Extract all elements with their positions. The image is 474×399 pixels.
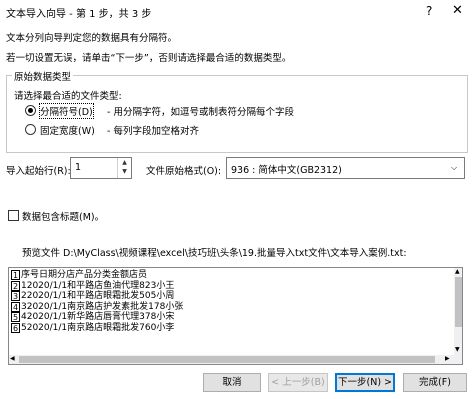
scroll-down-icon[interactable]: ▼: [455, 346, 460, 353]
finish-button[interactable]: 完成(F): [403, 373, 467, 392]
delimited-radio[interactable]: [25, 105, 36, 116]
start-row-input[interactable]: 1 ▲ ▼: [70, 157, 132, 179]
preview-row: 1 序号日期分店产品分类金额店员: [11, 270, 147, 281]
scroll-left-icon[interactable]: ◀: [10, 355, 15, 362]
row-text: 32020/1/1南京路店护发素批发178小张: [21, 301, 184, 312]
help-icon[interactable]: ?: [426, 4, 432, 18]
start-row-value: 1: [75, 162, 82, 173]
has-headers-label[interactable]: 数据包含标题(M)。: [22, 209, 104, 223]
spin-up-icon[interactable]: ▲: [118, 159, 131, 166]
fixed-width-label[interactable]: 固定宽度(W): [40, 123, 95, 137]
intro-line-1: 文本分列向导判定您的数据具有分隔符。: [6, 33, 178, 44]
preview-vertical-scrollbar[interactable]: ▲ ▼: [454, 268, 462, 364]
preview-label: 预览文件 D:\MyClass\视频课程\excel\技巧班\头条\19.批量导…: [22, 248, 407, 259]
row-number: 2: [11, 280, 20, 291]
file-type-prompt: 请选择最合适的文件类型:: [14, 91, 122, 102]
close-icon[interactable]: ✕: [452, 3, 463, 18]
delimited-label[interactable]: 分隔符号(D): [39, 103, 94, 119]
row-number: 1: [11, 270, 20, 280]
preview-row: 6 52020/1/1南京路店眼霜批发760小李: [11, 322, 175, 334]
file-origin-label: 文件原始格式(O):: [146, 166, 222, 177]
spin-down-icon[interactable]: ▼: [118, 168, 131, 175]
row-number: 5: [11, 312, 20, 322]
row-text: 42020/1/1新华路店唇膏代理378小宋: [21, 312, 175, 322]
row-text: 22020/1/1和平路店眼霜批发505小周: [21, 291, 175, 301]
row-number: 6: [11, 322, 20, 333]
fixed-width-description: - 每列字段加空格对齐: [107, 126, 199, 137]
has-headers-checkbox[interactable]: [8, 210, 19, 221]
scroll-right-icon[interactable]: ▶: [445, 355, 450, 362]
preview-horizontal-scrollbar[interactable]: ◀ ▶: [9, 355, 454, 364]
row-number: 4: [11, 301, 20, 312]
window-title: 文本导入向导 - 第 1 步，共 3 步: [6, 9, 152, 20]
preview-row: 4 32020/1/1南京路店护发素批发178小张: [11, 301, 184, 313]
preview-row: 2 12020/1/1和平路店鱼油代理823小王: [11, 280, 175, 292]
row-text: 52020/1/1南京路店眼霜批发760小李: [21, 322, 175, 333]
row-text: 序号日期分店产品分类金额店员: [21, 270, 148, 280]
preview-row: 3 22020/1/1和平路店眼霜批发505小周: [11, 291, 174, 302]
start-row-label: 导入起始行(R):: [6, 166, 71, 177]
group-label: 原始数据类型: [12, 69, 74, 83]
cancel-button[interactable]: 取消: [203, 373, 261, 392]
intro-line-2: 若一切设置无误，请单击“下一步”，否则请选择最合适的数据类型。: [6, 53, 292, 64]
file-origin-value: 936 : 简体中文(GB2312): [231, 165, 342, 176]
preview-pane[interactable]: 1 序号日期分店产品分类金额店员 2 12020/1/1和平路店鱼油代理823小王 …: [8, 267, 463, 365]
preview-row: 5 42020/1/1新华路店唇膏代理378小宋: [11, 312, 174, 323]
horizontal-scroll-thumb[interactable]: [19, 356, 435, 363]
fixed-width-radio[interactable]: [25, 124, 36, 135]
next-button[interactable]: 下一步(N) >: [335, 373, 395, 392]
chevron-down-icon[interactable]: ⌵: [451, 163, 457, 173]
back-button[interactable]: < 上一步(B): [268, 373, 328, 392]
scroll-up-icon[interactable]: ▲: [455, 268, 460, 275]
file-origin-select[interactable]: 936 : 简体中文(GB2312) ⌵: [226, 157, 465, 179]
row-text: 12020/1/1和平路店鱼油代理823小王: [21, 280, 175, 291]
vertical-scroll-thumb[interactable]: [455, 277, 462, 327]
delimited-description: - 用分隔字符，如逗号或制表符分隔每个字段: [107, 107, 294, 118]
row-number: 3: [11, 291, 20, 301]
start-row-spinner[interactable]: ▲ ▼: [117, 158, 131, 178]
